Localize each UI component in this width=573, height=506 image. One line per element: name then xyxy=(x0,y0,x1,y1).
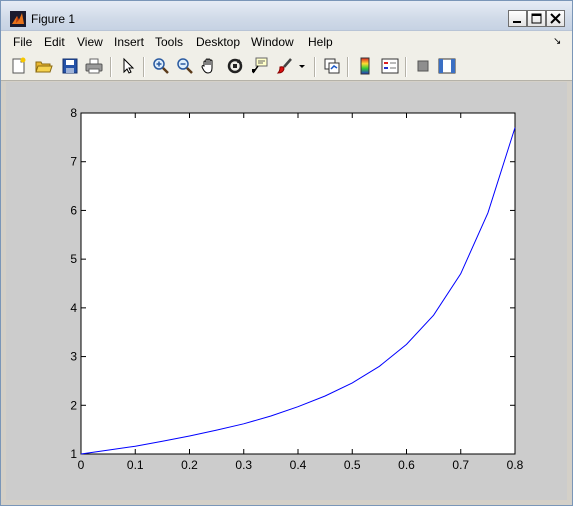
close-button[interactable] xyxy=(546,10,565,27)
x-tick-label: 0 xyxy=(78,458,85,472)
new-figure-icon[interactable] xyxy=(10,57,28,75)
figure-toolbar xyxy=(1,53,572,81)
window-title: Figure 1 xyxy=(31,12,76,26)
show-plot-tools-icon[interactable] xyxy=(438,57,456,75)
y-tick-label: 6 xyxy=(70,203,77,217)
minimize-icon xyxy=(513,21,521,23)
insert-colorbar-icon[interactable] xyxy=(356,57,374,75)
menu-insert[interactable]: Insert xyxy=(114,35,144,49)
y-tick-label: 5 xyxy=(70,252,77,266)
y-tick-label: 7 xyxy=(70,155,77,169)
edit-plot-arrow-icon[interactable] xyxy=(119,57,137,75)
toolbar-separator xyxy=(405,57,407,77)
rotate-3d-icon[interactable] xyxy=(226,57,244,75)
hide-plot-tools-icon[interactable] xyxy=(414,57,432,75)
x-tick-label: 0.7 xyxy=(452,458,469,472)
y-tick-label: 1 xyxy=(70,447,77,461)
y-tick-label: 8 xyxy=(70,106,77,120)
menu-file[interactable]: File xyxy=(13,35,32,49)
figure-window: Figure 1 File Edit View Insert Tools Des… xyxy=(0,0,573,506)
zoom-out-icon[interactable] xyxy=(176,57,194,75)
print-icon[interactable] xyxy=(85,57,103,75)
menu-tools[interactable]: Tools xyxy=(155,35,183,49)
close-icon xyxy=(550,13,561,24)
x-tick-label: 0.1 xyxy=(127,458,144,472)
x-tick-label: 0.4 xyxy=(290,458,307,472)
menu-help[interactable]: Help xyxy=(308,35,333,49)
brush-dropdown-icon[interactable] xyxy=(297,57,307,75)
menu-window[interactable]: Window xyxy=(251,35,294,49)
x-tick-label: 0.3 xyxy=(235,458,252,472)
link-plot-icon[interactable] xyxy=(323,57,341,75)
x-tick-label: 0.6 xyxy=(398,458,415,472)
menu-bar: File Edit View Insert Tools Desktop Wind… xyxy=(1,31,572,53)
brush-icon[interactable] xyxy=(276,57,294,75)
zoom-in-icon[interactable] xyxy=(152,57,170,75)
data-cursor-icon[interactable] xyxy=(251,57,269,75)
save-icon[interactable] xyxy=(61,57,79,75)
x-tick-label: 0.8 xyxy=(507,458,524,472)
toolbar-separator xyxy=(143,57,145,77)
toolbar-separator xyxy=(314,57,316,77)
x-tick-label: 0.5 xyxy=(344,458,361,472)
menu-edit[interactable]: Edit xyxy=(44,35,65,49)
minimize-button[interactable] xyxy=(508,10,527,27)
matlab-logo-icon xyxy=(10,11,26,27)
plot-svg: 1 2 3 4 5 6 7 8 0 0.1 0.2 0.3 0.4 0.5 0.6 0.7 0.8 xyxy=(70,106,524,472)
insert-legend-icon[interactable] xyxy=(381,57,399,75)
menu-view[interactable]: View xyxy=(77,35,103,49)
y-tick-label: 2 xyxy=(70,398,77,412)
y-tick-label: 3 xyxy=(70,350,77,364)
maximize-icon xyxy=(531,13,542,24)
axes-box[interactable] xyxy=(80,112,516,455)
x-tick-label: 0.2 xyxy=(181,458,198,472)
toolbar-separator xyxy=(347,57,349,77)
maximize-button[interactable] xyxy=(527,10,546,27)
menu-desktop[interactable]: Desktop xyxy=(196,35,240,49)
toolbar-separator xyxy=(110,57,112,77)
pan-hand-icon[interactable] xyxy=(200,57,218,75)
open-file-icon[interactable] xyxy=(35,57,53,75)
menu-dock-arrow-icon[interactable]: ↘ xyxy=(553,36,561,47)
figure-canvas[interactable]: 1 2 3 4 5 6 7 8 0 0.1 0.2 0.3 0.4 0.5 0.6 0.7 0.8 xyxy=(6,82,567,500)
title-bar[interactable]: Figure 1 xyxy=(1,1,572,31)
y-tick-label: 4 xyxy=(70,301,77,315)
